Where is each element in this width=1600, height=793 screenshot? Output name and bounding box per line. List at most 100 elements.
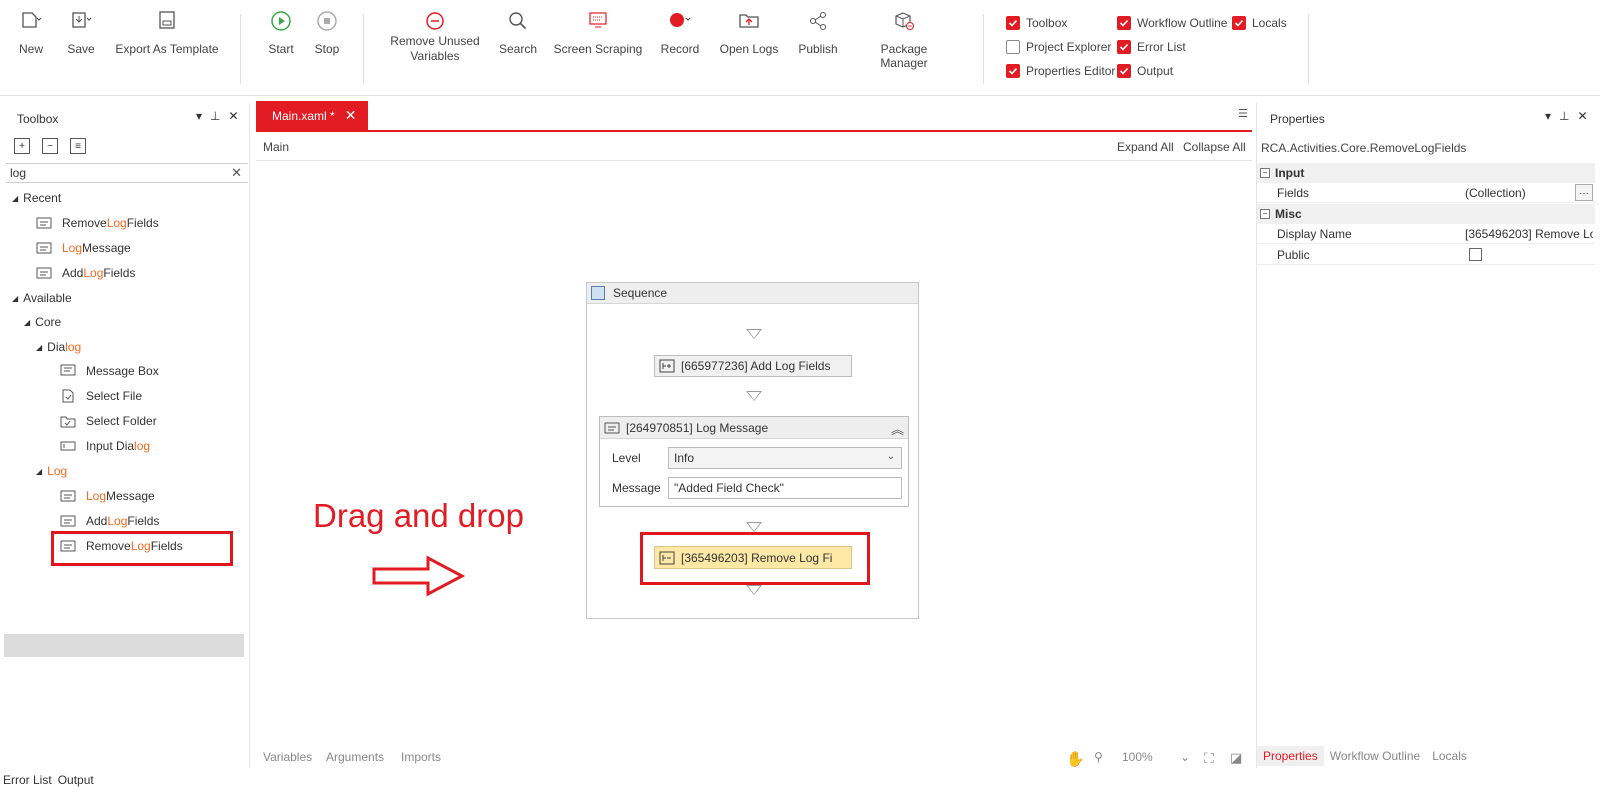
tab-label: Main.xaml * xyxy=(272,108,335,123)
level-select[interactable]: Info ⌄ xyxy=(668,447,902,469)
arguments-tab[interactable]: Arguments xyxy=(326,750,384,764)
clear-search-icon[interactable]: ✕ xyxy=(231,165,242,181)
toolbox-search-input[interactable] xyxy=(6,164,226,182)
toolbox-item-add-log-fields[interactable]: Add Log Fields xyxy=(60,510,159,532)
ribbon-separator xyxy=(1308,14,1309,84)
item-highlight: Log xyxy=(62,241,83,255)
toolbox-checkbox[interactable]: Toolbox xyxy=(1006,14,1067,32)
overview-icon[interactable]: ◪ xyxy=(1230,750,1242,766)
properties-bottom-tabs: Properties Workflow Outline Locals xyxy=(1257,746,1473,766)
property-value: (Collection) xyxy=(1465,186,1526,200)
error-list-checkbox[interactable]: Error List xyxy=(1117,38,1186,56)
category-input[interactable]: − Input xyxy=(1257,163,1595,183)
dropdown-icon[interactable]: ▾ xyxy=(1545,109,1551,123)
search-button[interactable]: Search xyxy=(498,10,538,56)
collapse-all-icon[interactable]: − xyxy=(42,138,58,154)
toolbox-item-select-folder[interactable]: Select Folder xyxy=(60,410,157,432)
designer-tabbar: Main.xaml * ✕ ☰ xyxy=(256,101,1252,132)
close-tab-icon[interactable]: ✕ xyxy=(345,107,357,124)
message-input[interactable]: "Added Field Check" xyxy=(668,477,902,499)
save-button[interactable]: Save xyxy=(66,10,96,56)
property-row-fields[interactable]: Fields (Collection) … xyxy=(1257,183,1595,203)
tab-workflow-outline[interactable]: Workflow Outline xyxy=(1324,746,1426,766)
dropdown-icon[interactable]: ▾ xyxy=(196,109,202,123)
toolbox-item-message-box[interactable]: Message Box xyxy=(60,360,159,382)
expand-all-icon[interactable]: + xyxy=(14,138,30,154)
export-template-button[interactable]: Export As Template xyxy=(114,10,220,56)
locals-checkbox[interactable]: Locals xyxy=(1232,14,1287,32)
pin-icon[interactable]: ⊥ xyxy=(210,109,220,123)
fit-to-screen-icon[interactable]: ⛶ xyxy=(1204,750,1214,767)
workflow-outline-checkbox[interactable]: Workflow Outline xyxy=(1117,14,1227,32)
category-misc[interactable]: − Misc xyxy=(1257,204,1595,224)
tab-main-xaml[interactable]: Main.xaml * ✕ xyxy=(256,101,368,130)
drop-indicator[interactable] xyxy=(746,329,762,339)
tab-list-icon[interactable]: ☰ xyxy=(1238,107,1248,120)
checkmark-icon xyxy=(1006,16,1020,30)
checkmark-icon xyxy=(1006,64,1020,78)
collapse-chevron-icon[interactable]: ︽ xyxy=(891,419,904,438)
expand-all-link[interactable]: Expand All xyxy=(1117,140,1174,154)
start-button[interactable]: Start xyxy=(266,10,296,56)
tab-locals[interactable]: Locals xyxy=(1426,746,1473,766)
property-name: Public xyxy=(1277,248,1310,262)
expanded-triangle-icon: ◢ xyxy=(12,293,19,303)
item-text: Remove xyxy=(62,216,107,230)
toolbox-item-log-message-recent[interactable]: Log Message xyxy=(36,237,131,259)
tree-group-available[interactable]: ◢ Available xyxy=(12,287,72,309)
record-button[interactable]: Record xyxy=(660,10,700,56)
collapse-all-link[interactable]: Collapse All xyxy=(1183,140,1246,154)
arrow-right-icon xyxy=(372,555,466,597)
pin-icon[interactable]: ⊥ xyxy=(1559,109,1569,123)
activity-add-log-fields[interactable]: [665977236] Add Log Fields xyxy=(654,355,852,377)
tab-output[interactable]: Output xyxy=(55,771,97,793)
public-checkbox[interactable] xyxy=(1469,248,1482,261)
property-value[interactable]: [365496203] Remove Lo xyxy=(1465,227,1593,241)
properties-panel-controls: ▾ ⊥ ✕ xyxy=(1545,109,1588,123)
imports-tab[interactable]: Imports xyxy=(401,750,441,764)
activity-log-message[interactable]: [264970851] Log Message ︽ Level Info ⌄ M… xyxy=(599,416,909,507)
drop-indicator[interactable] xyxy=(746,391,762,401)
hand-icon[interactable]: ✋ xyxy=(1066,750,1085,768)
tree-group-dialog[interactable]: ◢ Dia log xyxy=(36,336,81,358)
zoom-dropdown-icon[interactable]: ⌄ xyxy=(1180,750,1190,764)
toolbox-item-select-file[interactable]: Select File xyxy=(60,385,142,407)
bottom-panel-tabs: Error List Output xyxy=(0,771,97,793)
breadcrumb[interactable]: Main xyxy=(263,140,289,154)
tree-group-log[interactable]: ◢ Log xyxy=(36,460,67,482)
drop-indicator[interactable] xyxy=(746,522,762,532)
list-view-icon[interactable]: ≡ xyxy=(70,138,86,154)
tab-error-list[interactable]: Error List xyxy=(0,771,55,793)
ellipsis-button[interactable]: … xyxy=(1575,184,1593,201)
property-row-public[interactable]: Public xyxy=(1257,245,1595,265)
close-icon[interactable]: ✕ xyxy=(228,109,238,123)
zoom-level[interactable]: 100% xyxy=(1122,750,1153,764)
publish-button[interactable]: Publish xyxy=(796,10,840,56)
property-row-display-name[interactable]: Display Name [365496203] Remove Lo xyxy=(1257,224,1595,244)
project-explorer-checkbox[interactable]: Project Explorer xyxy=(1006,38,1111,56)
new-button[interactable]: New xyxy=(16,10,46,56)
properties-editor-checkbox[interactable]: Properties Editor xyxy=(1006,62,1115,80)
variables-tab[interactable]: Variables xyxy=(263,750,312,764)
toolbox-item-add-log-fields-recent[interactable]: Add Log Fields xyxy=(36,262,135,284)
tree-group-recent[interactable]: ◢ Recent xyxy=(12,187,61,209)
close-icon[interactable]: ✕ xyxy=(1577,109,1587,123)
item-text: Fields xyxy=(103,266,136,280)
toolbox-item-remove-log-fields-recent[interactable]: Remove Log Fields xyxy=(36,212,159,234)
output-checkbox[interactable]: Output xyxy=(1117,62,1173,80)
stop-button[interactable]: Stop xyxy=(312,10,342,56)
package-manager-button[interactable]: Package Manager xyxy=(856,10,952,70)
sequence-header: Sequence xyxy=(587,283,918,304)
remove-unused-variables-button[interactable]: Remove Unused Variables xyxy=(390,10,480,64)
zoom-icon[interactable]: ⚲ xyxy=(1094,750,1103,764)
category-label: Misc xyxy=(1275,207,1302,221)
tab-properties[interactable]: Properties xyxy=(1257,746,1324,766)
toolbox-item-input-dialog[interactable]: Input Dia log xyxy=(60,435,150,457)
tree-group-core[interactable]: ◢ Core xyxy=(24,311,61,333)
screen-scraping-button[interactable]: Screen Scraping xyxy=(553,10,643,56)
toolbox-item-log-message[interactable]: Log Message xyxy=(60,485,155,507)
open-logs-button[interactable]: Open Logs xyxy=(718,10,780,56)
drop-indicator[interactable] xyxy=(746,585,762,595)
activity-icon xyxy=(36,216,52,230)
item-highlight: Log xyxy=(83,266,104,280)
